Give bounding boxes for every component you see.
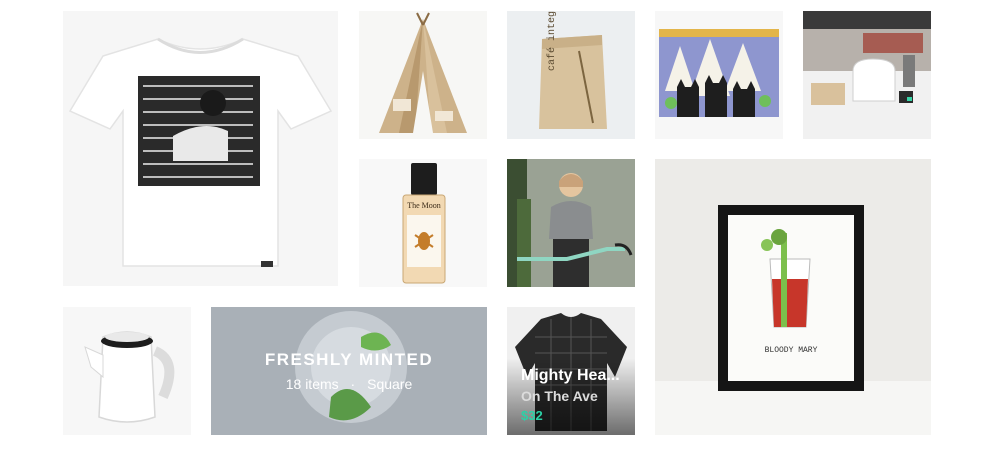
coffee-bag-label: café integral xyxy=(547,11,558,71)
perfume-image xyxy=(402,163,446,284)
featured-item-seller: On The Ave xyxy=(521,388,598,404)
product-tile-teapot[interactable] xyxy=(63,307,191,435)
collection-tile-freshly-minted[interactable]: FRESHLY MINTED 18 items · Square xyxy=(211,307,487,435)
collection-title: FRESHLY MINTED xyxy=(264,350,434,369)
featured-item-price: $32 xyxy=(521,408,543,423)
mint-glass-image xyxy=(211,307,487,435)
coffee-bag-image xyxy=(539,35,607,129)
product-tile-flannel-shirt[interactable]: Mighty Hea... On The Ave $32 xyxy=(507,307,635,435)
product-tile-coffee-bag[interactable]: café integral xyxy=(507,11,635,139)
product-tile-cats-art[interactable] xyxy=(655,11,783,139)
product-tile-bike-woman[interactable] xyxy=(507,159,635,287)
product-tile-tshirt[interactable] xyxy=(63,11,338,286)
bike-woman-image xyxy=(507,159,635,287)
product-tile-perfume[interactable]: The Moon xyxy=(359,159,487,287)
tshirt-image xyxy=(68,37,333,267)
cats-art-image xyxy=(659,29,779,117)
collection-separator: · xyxy=(350,376,356,392)
product-tile-teepee[interactable] xyxy=(359,11,487,139)
perfume-label: The Moon xyxy=(407,201,441,210)
framed-print-label: BLOODY MARY xyxy=(764,346,818,355)
coffee-kitchen-image xyxy=(803,11,931,139)
teapot-image xyxy=(84,331,175,423)
featured-item-title: Mighty Hea... xyxy=(521,367,620,384)
product-tile-framed-print[interactable]: BLOODY MARY xyxy=(655,159,931,435)
collection-source: Square xyxy=(367,376,413,392)
framed-print-image xyxy=(655,159,931,435)
collection-items-count: 18 items xyxy=(285,376,339,392)
collection-meta: 18 items · Square xyxy=(211,376,487,392)
product-tile-coffee-kitchen[interactable] xyxy=(803,11,931,139)
teepee-image xyxy=(379,12,467,133)
